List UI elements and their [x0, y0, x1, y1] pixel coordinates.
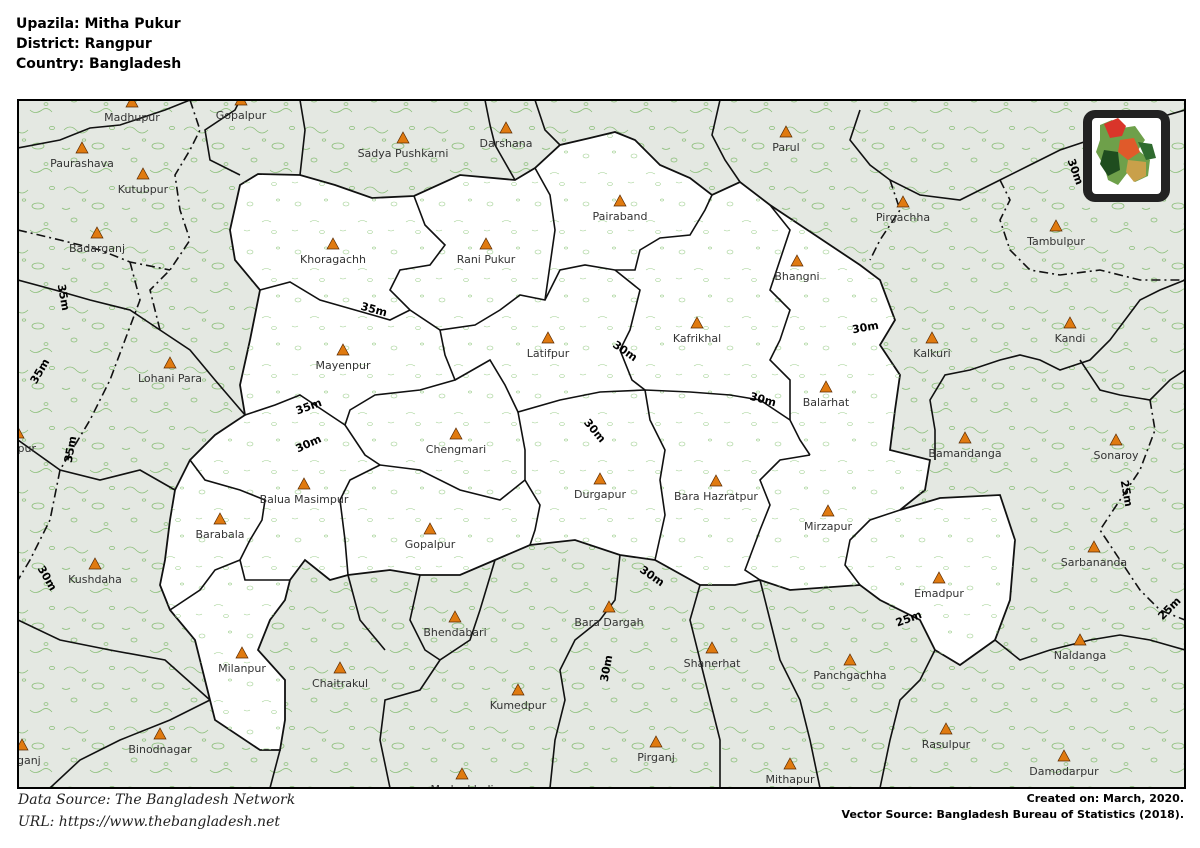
created-text: Created on: March, 2020. [1026, 792, 1184, 805]
vector-source-text: Vector Source: Bangladesh Bureau of Stat… [841, 808, 1184, 821]
map-svg[interactable]: 35m30m30m35m30m 30m30m35m35m35m30m25m25m 2… [0, 0, 1200, 848]
place-label: Kutubpur [118, 183, 169, 196]
place-label: Balua Masimpur [260, 493, 349, 506]
place-label: Sarbananda [1061, 556, 1127, 569]
place-label: Madankhali [430, 783, 493, 796]
place-label: Mithapur [765, 773, 815, 786]
place-label: Balarhat [803, 396, 850, 409]
place-label: Paurashava [50, 157, 114, 170]
place-label: Emadpur [914, 587, 964, 600]
place-label: Durgapur [574, 488, 626, 501]
place-label: Bara Hazratpur [674, 490, 758, 503]
place-label: Mayenpur [316, 359, 371, 372]
bangladesh-locator-map [1083, 110, 1170, 202]
place-label: apganj [3, 754, 40, 767]
place-label: Barabala [195, 528, 244, 541]
place-label: Chaitrakul [312, 677, 368, 690]
place-label: Damodarpur [1029, 765, 1099, 778]
place-label: Kafrikhal [673, 332, 721, 345]
place-label: Chengmari [426, 443, 486, 456]
place-label: Pirganj [637, 751, 675, 764]
place-label: Rasulpur [922, 738, 971, 751]
place-label: Milanpur [218, 662, 266, 675]
place-label: Bhendabari [423, 626, 486, 639]
place-label: Pirgachha [876, 211, 930, 224]
place-label: Latifpur [527, 347, 570, 360]
place-label: Bhangni [774, 270, 819, 283]
place-label: Sadya Pushkarni [358, 147, 449, 160]
place-label: Gopalpur [216, 109, 267, 122]
place-label: Kushdaha [68, 573, 122, 586]
place-label: Sonaroy [1094, 449, 1139, 462]
place-label: Madhupur [104, 111, 160, 124]
url-text: URL: https://www.thebangladesh.net [18, 814, 280, 830]
place-label: Binodnagar [128, 743, 192, 756]
place-label: Pairaband [593, 210, 648, 223]
place-label: Gopalpur [405, 538, 456, 551]
place-label: Shanerhat [684, 657, 741, 670]
place-label: Kandi [1055, 332, 1086, 345]
place-label: Rani Pukur [457, 253, 516, 266]
place-label: Kumedpur [490, 699, 547, 712]
place-label: Lohani Para [138, 372, 202, 385]
place-label: Khoragachh [300, 253, 366, 266]
place-label: Naldanga [1054, 649, 1106, 662]
data-source-text: Data Source: The Bangladesh Network [18, 792, 296, 808]
place-label: Parul [772, 141, 799, 154]
place-label: Kalkuri [913, 347, 950, 360]
place-label: Bara Dargah [574, 616, 643, 629]
place-label: Darshana [480, 137, 533, 150]
place-label: Badarganj [69, 242, 125, 255]
place-label: Panchgachha [813, 669, 886, 682]
place-label: Mirzapur [804, 520, 853, 533]
place-label: Bamandanga [928, 447, 1001, 460]
place-label: Tambulpur [1026, 235, 1085, 248]
